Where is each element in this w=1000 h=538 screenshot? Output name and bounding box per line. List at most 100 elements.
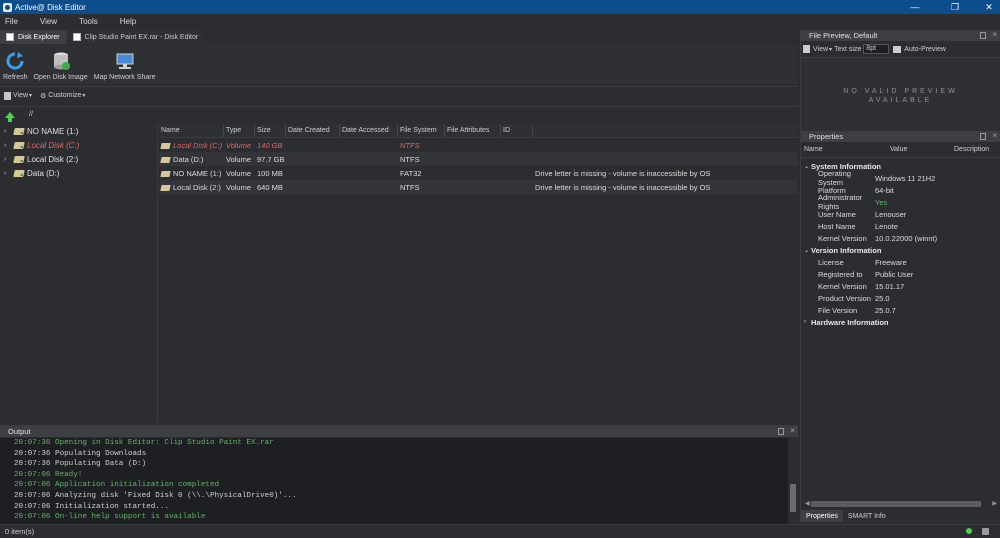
- group-hardware-information[interactable]: › Hardware Information: [801, 316, 1000, 328]
- scroll-right-icon[interactable]: ▶: [992, 500, 997, 507]
- minimize-button[interactable]: —: [898, 0, 932, 14]
- disk-image-icon: [53, 52, 70, 70]
- scroll-left-icon[interactable]: ◀: [805, 500, 810, 507]
- tree-item[interactable]: › NO NAME (1:): [0, 124, 157, 138]
- refresh-button[interactable]: Refresh: [0, 45, 31, 84]
- output-scrollbar[interactable]: [788, 438, 798, 525]
- open-disk-image-button[interactable]: Open Disk Image: [31, 45, 91, 84]
- view-dropdown[interactable]: View ▾: [4, 91, 33, 100]
- tab-disk-editor[interactable]: Clip Studio Paint EX.rar - Disk Editor: [65, 30, 205, 44]
- property-row[interactable]: Administrator Rights Yes: [801, 193, 1000, 211]
- menu-tools[interactable]: Tools: [79, 17, 98, 26]
- no-preview-text: NO VALID PREVIEW: [843, 87, 958, 95]
- tab-label: Disk Explorer: [18, 33, 60, 41]
- property-row[interactable]: Host Name Lenote: [801, 220, 1000, 232]
- log-line: 20:07:36 Populating Downloads: [14, 449, 147, 458]
- property-name: Registered to: [818, 269, 863, 279]
- map-network-share-button[interactable]: Map Network Share: [91, 45, 159, 84]
- tree-item[interactable]: › Data (D:): [0, 166, 157, 180]
- column-header-name[interactable]: Name: [801, 146, 890, 153]
- table-row[interactable]: NO NAME (1:) Volume 100 MB FAT32 Drive l…: [159, 166, 798, 180]
- pin-icon[interactable]: [980, 133, 986, 140]
- customize-dropdown[interactable]: ⚙ Customize ▾: [40, 92, 85, 100]
- tree-item-label: Local Disk (C:): [27, 140, 80, 150]
- property-row[interactable]: User Name Lenouser: [801, 208, 1000, 220]
- column-header-value[interactable]: Value: [890, 146, 954, 153]
- view-icon: [803, 45, 810, 53]
- expand-arrow-icon[interactable]: ›: [4, 128, 11, 135]
- tab-disk-explorer[interactable]: Disk Explorer: [0, 30, 66, 44]
- main-toolbar: Refresh Open Disk Image Map Network Shar…: [0, 45, 798, 84]
- chevron-down-icon: ▾: [29, 93, 33, 99]
- menu-file[interactable]: File: [5, 17, 18, 26]
- properties-scrollbar[interactable]: ◀ ▶: [805, 500, 997, 508]
- property-name: Administrator Rights: [818, 193, 863, 211]
- table-row[interactable]: Data (D:) Volume 97.7 GB NTFS: [159, 152, 798, 166]
- scrollbar-thumb[interactable]: [811, 501, 981, 507]
- close-icon[interactable]: ×: [992, 30, 997, 39]
- maximize-button[interactable]: ❐: [938, 0, 972, 14]
- column-header-description[interactable]: Description: [954, 146, 989, 153]
- scrollbar-thumb[interactable]: [790, 484, 796, 512]
- column-header-id[interactable]: ID: [501, 124, 533, 137]
- row-name-text: Local Disk (2:): [173, 182, 221, 192]
- property-row[interactable]: Registered to Public User: [801, 268, 1000, 280]
- up-arrow-icon[interactable]: [5, 111, 15, 122]
- column-header-date-created[interactable]: Date Created: [286, 124, 340, 137]
- table-row[interactable]: Local Disk (C:) Volume 140 GB NTFS: [159, 138, 798, 152]
- tree-item-label: NO NAME (1:): [27, 126, 79, 136]
- column-header-file-system[interactable]: File System: [398, 124, 445, 137]
- tab-properties[interactable]: Properties: [801, 510, 843, 522]
- close-icon[interactable]: ×: [790, 426, 795, 435]
- auto-preview-checkbox[interactable]: [893, 45, 902, 53]
- column-header-size[interactable]: Size: [255, 124, 286, 137]
- property-value: 25.0.7: [875, 305, 896, 315]
- column-header-name[interactable]: Name: [159, 124, 224, 137]
- collapse-arrow-icon[interactable]: ⌄: [804, 247, 811, 254]
- pin-icon[interactable]: [778, 428, 784, 435]
- menu-view[interactable]: View: [40, 17, 57, 26]
- property-row[interactable]: Kernel Version 15.01.17: [801, 280, 1000, 292]
- property-name: Kernel Version: [818, 233, 867, 243]
- menu-help[interactable]: Help: [120, 17, 136, 26]
- resize-grip-icon[interactable]: [982, 528, 989, 535]
- column-header-date-accessed[interactable]: Date Accessed: [340, 124, 398, 137]
- text-size-select[interactable]: 8pt: [863, 44, 890, 54]
- list-header: Name Type Size Date Created Date Accesse…: [159, 124, 798, 138]
- row-size: 97.7 GB: [257, 154, 285, 164]
- tree-item[interactable]: › Local Disk (C:): [0, 138, 157, 152]
- properties-panel: Properties × Name Value Description ⌄ Sys…: [801, 131, 1000, 511]
- property-row[interactable]: License Freeware: [801, 256, 1000, 268]
- property-name: License: [818, 257, 844, 267]
- group-version-information[interactable]: ⌄ Version Information: [801, 244, 1000, 256]
- property-row[interactable]: Product Version 25.0: [801, 292, 1000, 304]
- tree-item-label: Data (D:): [27, 168, 60, 178]
- column-header-type[interactable]: Type: [224, 124, 255, 137]
- row-name: Local Disk (C:): [159, 141, 224, 150]
- expand-arrow-icon[interactable]: ›: [4, 170, 11, 177]
- pin-icon[interactable]: [980, 32, 986, 39]
- column-header-file-attributes[interactable]: File Attributes: [445, 124, 501, 137]
- expand-arrow-icon[interactable]: ›: [804, 319, 811, 325]
- property-row[interactable]: Kernel Version 10.0.22000 (winnt): [801, 232, 1000, 244]
- property-row[interactable]: Operating System Windows 11 21H2: [801, 169, 1000, 187]
- document-tabs: Disk Explorer Clip Studio Paint EX.rar -…: [0, 30, 798, 44]
- expand-arrow-icon[interactable]: ›: [4, 156, 11, 163]
- property-name: User Name: [818, 209, 856, 219]
- close-icon[interactable]: ×: [992, 131, 997, 140]
- drive-icon: [160, 184, 171, 191]
- tree-item[interactable]: › Local Disk (2:): [0, 152, 157, 166]
- row-name-text: Local Disk (C:): [173, 140, 223, 150]
- file-preview-title: File Preview, Default: [809, 31, 878, 40]
- tab-smart-info[interactable]: SMART Info: [843, 510, 891, 522]
- close-button[interactable]: ✕: [972, 0, 1000, 14]
- expand-arrow-icon[interactable]: ›: [4, 142, 11, 149]
- property-value: Yes: [875, 197, 888, 207]
- refresh-icon: [6, 52, 24, 70]
- preview-view-dropdown[interactable]: View: [813, 46, 828, 53]
- disk-tree: › NO NAME (1:) › Local Disk (C:) › Local…: [0, 124, 158, 422]
- property-name: Operating System: [818, 169, 851, 187]
- table-row[interactable]: Local Disk (2:) Volume 640 MB NTFS Drive…: [159, 180, 798, 194]
- property-row[interactable]: File Version 25.0.7: [801, 304, 1000, 316]
- status-indicator-icon: [966, 528, 972, 534]
